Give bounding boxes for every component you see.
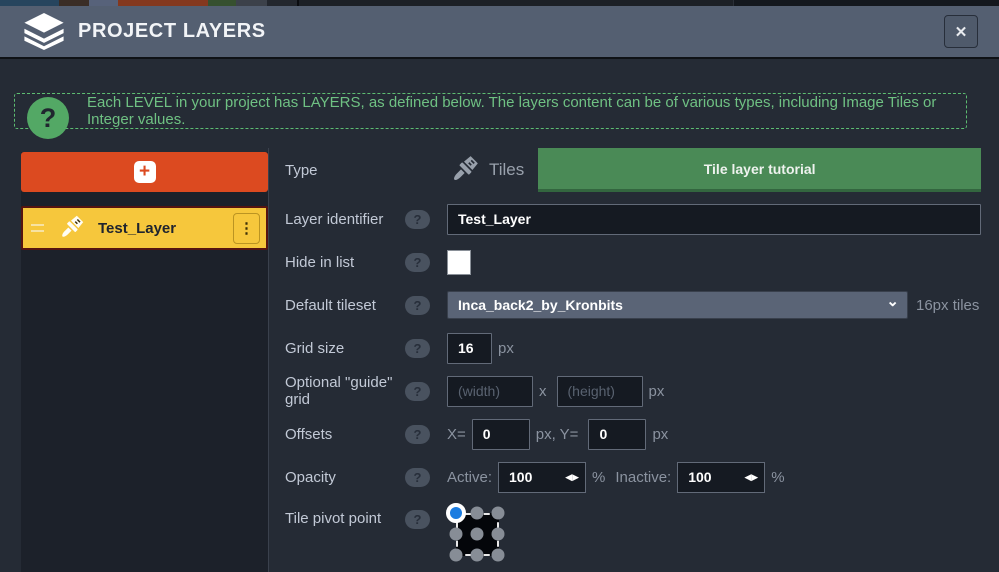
type-row: Type Tiles Til [285, 148, 981, 192]
layers-list: + Test_Layer ⋮ [21, 152, 268, 572]
inactive-opacity-input[interactable] [678, 469, 744, 485]
opacity-active-unit: % [592, 469, 605, 486]
active-opacity-stepper: ◀▶ [498, 462, 586, 493]
inactive-opacity-stepper: ◀▶ [677, 462, 765, 493]
active-opacity-input[interactable] [499, 469, 565, 485]
default-tileset-label: Default tileset [285, 297, 405, 314]
offset-x-input[interactable] [472, 419, 530, 450]
layers-column: + Test_Layer ⋮ [21, 148, 269, 572]
close-button[interactable]: ✕ [944, 15, 978, 48]
help-icon[interactable]: ? [405, 253, 430, 272]
help-icon[interactable]: ? [405, 296, 430, 315]
layer-options-button[interactable]: ⋮ [233, 213, 260, 244]
page-title: PROJECT LAYERS [78, 20, 944, 43]
help-icon[interactable]: ? [405, 510, 430, 529]
background-app-strip [0, 0, 999, 6]
layer-item-label: Test_Layer [98, 220, 233, 237]
default-tileset-row: Default tileset ? Inca_back2_by_Kronbits… [285, 289, 981, 321]
offset-x-label: X= [447, 426, 466, 443]
opacity-active-label: Active: [447, 469, 492, 486]
layer-settings-form: Type Tiles Til [285, 148, 981, 572]
stepper-arrows-icon[interactable]: ◀▶ [744, 472, 758, 483]
opacity-inactive-unit: % [771, 469, 784, 486]
chevron-down-icon: ⌄ [886, 292, 899, 310]
tile-pivot-label: Tile pivot point [285, 510, 405, 527]
identifier-label: Layer identifier [285, 211, 405, 228]
tileset-size-text: 16px tiles [916, 297, 979, 314]
layers-icon [24, 13, 64, 50]
pivot-dot-bottom-right[interactable] [492, 549, 505, 562]
grid-size-row: Grid size ? px [285, 332, 981, 364]
project-layers-body: ? Each LEVEL in your project has LAYERS,… [0, 93, 999, 572]
grid-size-input[interactable] [447, 333, 492, 364]
layer-list-item[interactable]: Test_Layer ⋮ [21, 206, 268, 250]
hide-in-list-label: Hide in list [285, 254, 405, 271]
help-icon[interactable]: ? [405, 468, 430, 487]
grid-size-unit: px [498, 340, 514, 357]
plus-icon: + [134, 161, 156, 183]
hint-text: Each LEVEL in your project has LAYERS, a… [87, 94, 966, 128]
pivot-dot-top-right[interactable] [492, 507, 505, 520]
paintbrush-icon [447, 153, 481, 187]
hide-in-list-row: Hide in list ? [285, 246, 981, 278]
pivot-dot-bottom-left[interactable] [450, 549, 463, 562]
help-icon[interactable]: ? [405, 382, 430, 401]
offsets-unit: px [652, 426, 668, 443]
hide-in-list-checkbox[interactable] [447, 250, 471, 275]
guide-width-input[interactable] [447, 376, 533, 407]
opacity-label: Opacity [285, 469, 405, 486]
drag-handle-icon[interactable] [31, 222, 44, 234]
layer-type-value: Tiles [447, 153, 524, 187]
guide-grid-label: Optional "guide" grid [285, 374, 405, 408]
add-layer-button[interactable]: + [21, 152, 268, 192]
pivot-dot-center[interactable] [471, 528, 484, 541]
default-tileset-select[interactable]: Inca_back2_by_Kronbits ⌄ [447, 291, 908, 319]
tile-pivot-row: Tile pivot point ? [285, 504, 981, 566]
help-icon[interactable]: ? [405, 425, 430, 444]
pivot-dot-top-center[interactable] [471, 507, 484, 520]
offset-y-input[interactable] [588, 419, 646, 450]
tile-layer-tutorial-button[interactable]: Tile layer tutorial [538, 148, 981, 192]
guide-grid-row: Optional "guide" grid ? x px [285, 375, 981, 407]
close-icon: ✕ [955, 23, 968, 41]
kebab-icon: ⋮ [239, 220, 254, 237]
selected-tileset: Inca_back2_by_Kronbits [458, 297, 886, 313]
pivot-dot-middle-right[interactable] [492, 528, 505, 541]
grid-size-label: Grid size [285, 340, 405, 357]
opacity-inactive-label: Inactive: [615, 469, 671, 486]
pivot-dot-middle-left[interactable] [450, 528, 463, 541]
opacity-row: Opacity ? Active: ◀▶ % Inactive: ◀▶ % [285, 461, 981, 493]
guide-height-input[interactable] [557, 376, 643, 407]
identifier-row: Layer identifier ? [285, 203, 981, 235]
paintbrush-icon [56, 213, 86, 243]
type-label: Type [285, 162, 405, 179]
help-circle-icon: ? [27, 97, 69, 139]
offset-y-label: px, Y= [536, 426, 579, 443]
help-icon[interactable]: ? [405, 210, 430, 229]
guide-separator: x [539, 383, 547, 400]
pivot-dot-bottom-center[interactable] [471, 549, 484, 562]
panel-header: PROJECT LAYERS ✕ [0, 6, 999, 59]
offsets-row: Offsets ? X= px, Y= px [285, 418, 981, 450]
offsets-label: Offsets [285, 426, 405, 443]
layer-identifier-input[interactable] [447, 204, 981, 235]
hint-banner: ? Each LEVEL in your project has LAYERS,… [14, 93, 967, 129]
tile-pivot-widget [447, 504, 509, 566]
help-icon[interactable]: ? [405, 339, 430, 358]
pivot-dot-top-left-selected[interactable] [446, 503, 466, 523]
guide-unit: px [649, 383, 665, 400]
stepper-arrows-icon[interactable]: ◀▶ [565, 472, 579, 483]
